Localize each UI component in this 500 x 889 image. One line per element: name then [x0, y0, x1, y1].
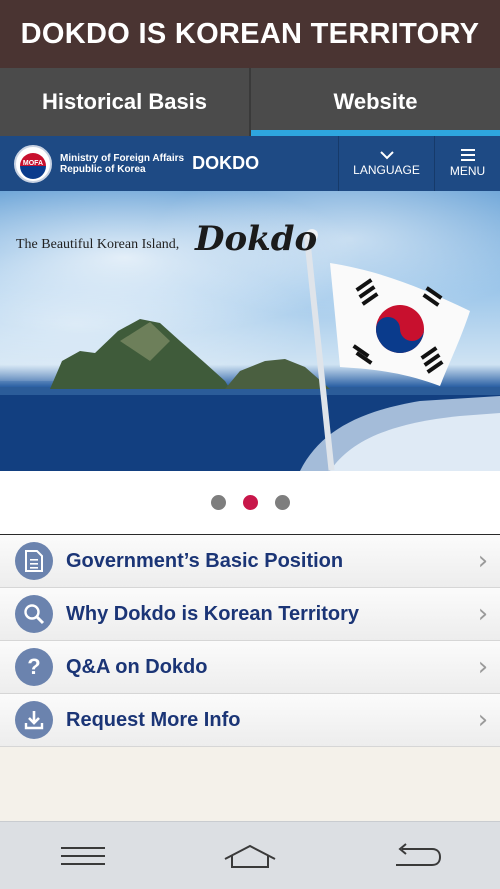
menu-item-qa[interactable]: ? Q&A on Dokdo › [0, 641, 500, 694]
recent-apps-button[interactable] [38, 831, 128, 881]
menu-item-label: Q&A on Dokdo [66, 655, 208, 678]
magnifier-icon [15, 595, 53, 633]
chevron-right-icon: › [477, 546, 489, 576]
hero-tagline: The Beautiful Korean Island, [16, 237, 180, 252]
chevron-down-icon [379, 151, 394, 160]
menu-item-label: Why Dokdo is Korean Territory [66, 602, 360, 625]
chevron-right-icon: › [477, 705, 489, 735]
ministry-line-2: Republic of Korea [60, 163, 146, 175]
menu-item-request-info[interactable]: Request More Info › [0, 694, 500, 747]
menu-item-label: Government’s Basic Position [66, 549, 344, 572]
ministry-name: Ministry of Foreign Affairs Republic of … [60, 153, 184, 175]
site-header: MOFA Ministry of Foreign Affairs Republi… [0, 136, 500, 191]
system-nav-bar [0, 821, 500, 889]
carousel-pager [0, 471, 500, 535]
back-icon [395, 842, 441, 866]
recent-apps-icon [61, 846, 106, 865]
language-label: LANGUAGE [353, 163, 420, 177]
home-icon [224, 844, 276, 868]
app-title: DOKDO IS KOREAN TERRITORY [20, 17, 480, 50]
hero-script-title: Dokdo [195, 219, 318, 259]
app-title-bar: DOKDO IS KOREAN TERRITORY [0, 0, 500, 68]
download-icon [15, 701, 53, 739]
menu-label: MENU [449, 164, 486, 178]
ministry-seal-icon: MOFA [14, 144, 52, 183]
menu-list: Government’s Basic Position › Why Dokdo … [0, 535, 500, 747]
hamburger-icon [460, 149, 475, 161]
seal-text: MOFA [22, 159, 44, 167]
chevron-right-icon: › [477, 599, 489, 629]
question-icon: ? [15, 648, 53, 686]
menu-item-basic-position[interactable]: Government’s Basic Position › [0, 535, 500, 588]
tab-label: Historical Basis [41, 89, 208, 114]
site-brand: DOKDO [192, 153, 260, 173]
back-button[interactable] [372, 831, 462, 881]
tab-bar: Historical Basis Website [0, 68, 500, 136]
home-button[interactable] [205, 831, 295, 881]
document-icon [15, 542, 53, 580]
tab-label: Website [333, 89, 418, 114]
hero-banner[interactable]: The Beautiful Korean Island, Dokdo [0, 191, 500, 471]
carousel-dot-active[interactable] [242, 495, 258, 510]
ministry-line-1: Ministry of Foreign Affairs [60, 152, 185, 164]
site-logo[interactable]: MOFA Ministry of Foreign Affairs Republi… [0, 136, 338, 191]
menu-item-why-korean[interactable]: Why Dokdo is Korean Territory › [0, 588, 500, 641]
tab-website[interactable]: Website [249, 68, 500, 136]
menu-button[interactable]: MENU [434, 136, 500, 191]
menu-item-label: Request More Info [66, 708, 241, 731]
chevron-right-icon: › [477, 652, 489, 682]
language-button[interactable]: LANGUAGE [338, 136, 434, 191]
carousel-dot[interactable] [210, 495, 226, 510]
tab-historical-basis[interactable]: Historical Basis [0, 68, 249, 136]
carousel-dot[interactable] [274, 495, 290, 510]
